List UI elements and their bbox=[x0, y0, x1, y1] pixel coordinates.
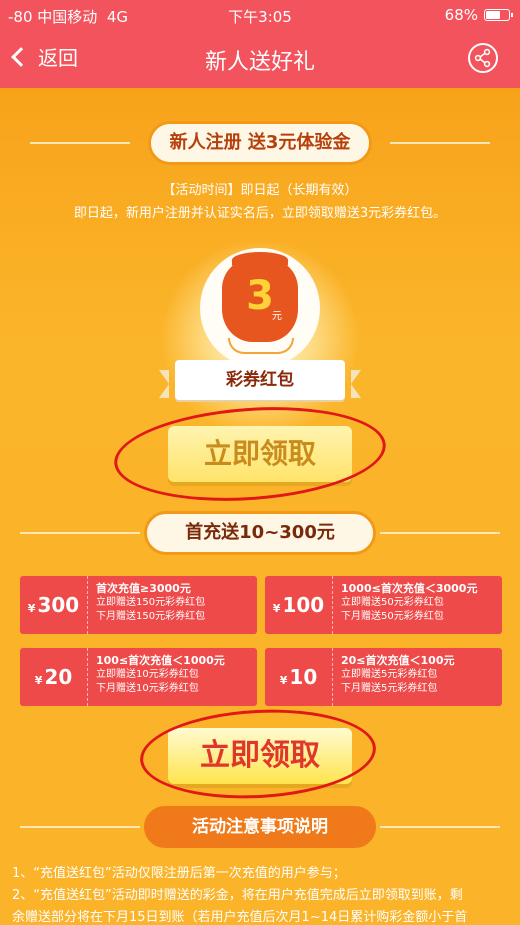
ticket-amount: ¥300 bbox=[20, 576, 88, 634]
ribbon-label: 彩券红包 bbox=[159, 360, 361, 400]
hand-icon bbox=[228, 338, 294, 354]
divider-line bbox=[380, 826, 500, 828]
ticket-300: ¥300 首次充值≥3000元 立即赠送150元彩券红包 下月赠送150元彩券红… bbox=[20, 576, 257, 634]
battery-fill bbox=[486, 11, 501, 19]
activity-desc: 即日起，新用户注册并认证实名后，立即领取赠送3元彩券红包。 bbox=[73, 206, 447, 221]
share-glyph bbox=[474, 48, 491, 68]
nav-bar: 返回 新人送好礼 bbox=[0, 30, 520, 88]
status-time: 下午3:05 bbox=[228, 8, 292, 26]
status-bar: -80 中国移动 4G 下午3:05 68% bbox=[0, 0, 520, 30]
ticket-amount: ¥20 bbox=[20, 648, 88, 706]
ticket-info: 100≤首次充值＜1000元 立即赠送10元彩券红包 下月赠送10元彩券红包 bbox=[96, 654, 225, 694]
section-title-recharge: 首充送10~300元 bbox=[144, 511, 376, 555]
note-item: 余赠送部分将在下月15日到账（若用户充值后次月1~14日累计购彩金额小于首 bbox=[12, 910, 468, 925]
ticket-amount: ¥100 bbox=[265, 576, 333, 634]
ticket-info: 20≤首次充值＜100元 立即赠送5元彩券红包 下月赠送5元彩券红包 bbox=[341, 654, 455, 694]
share-icon[interactable] bbox=[468, 43, 498, 73]
ticket-100: ¥100 1000≤首次充值＜3000元 立即赠送50元彩券红包 下月赠送50元… bbox=[265, 576, 502, 634]
notes-list: 1、“充值送红包”活动仅限注册后第一次充值的用户参与； 2、“充值送红包”活动即… bbox=[12, 863, 512, 925]
battery-percent: 68% bbox=[444, 6, 478, 24]
divider-line bbox=[20, 826, 140, 828]
bag-unit: 元 bbox=[272, 311, 282, 322]
section-title-notes: 活动注意事项说明 bbox=[144, 806, 376, 848]
ticket-info: 首次充值≥3000元 立即赠送150元彩券红包 下月赠送150元彩券红包 bbox=[96, 582, 206, 622]
status-right: 68% bbox=[444, 6, 513, 24]
battery-icon bbox=[484, 9, 513, 21]
bag-amount: 3 bbox=[246, 273, 274, 319]
divider-line bbox=[380, 532, 500, 534]
annotation-circle bbox=[111, 398, 389, 510]
ticket-amount: ¥10 bbox=[265, 648, 333, 706]
activity-content: 新人注册 送3元体验金 【活动时间】即日起（长期有效） 即日起，新用户注册并认证… bbox=[0, 88, 520, 925]
ticket-20: ¥20 100≤首次充值＜1000元 立即赠送10元彩券红包 下月赠送10元彩券… bbox=[20, 648, 257, 706]
page-title: 新人送好礼 bbox=[204, 50, 315, 75]
ticket-info: 1000≤首次充值＜3000元 立即赠送50元彩券红包 下月赠送50元彩券红包 bbox=[341, 582, 478, 622]
divider-line bbox=[30, 142, 130, 144]
section-title-signup: 新人注册 送3元体验金 bbox=[148, 121, 372, 165]
annotation-circle bbox=[137, 703, 379, 805]
note-item: 1、“充值送红包”活动仅限注册后第一次充值的用户参与； bbox=[12, 866, 346, 881]
note-item: 2、“充值送红包”活动即时赠送的彩金，将在用户充值完成后立即领取到账，剩 bbox=[12, 888, 463, 903]
ticket-10: ¥10 20≤首次充值＜100元 立即赠送5元彩券红包 下月赠送5元彩券红包 bbox=[265, 648, 502, 706]
divider-line bbox=[20, 532, 140, 534]
divider-line bbox=[390, 142, 490, 144]
activity-time: 【活动时间】即日起（长期有效） bbox=[162, 183, 358, 198]
